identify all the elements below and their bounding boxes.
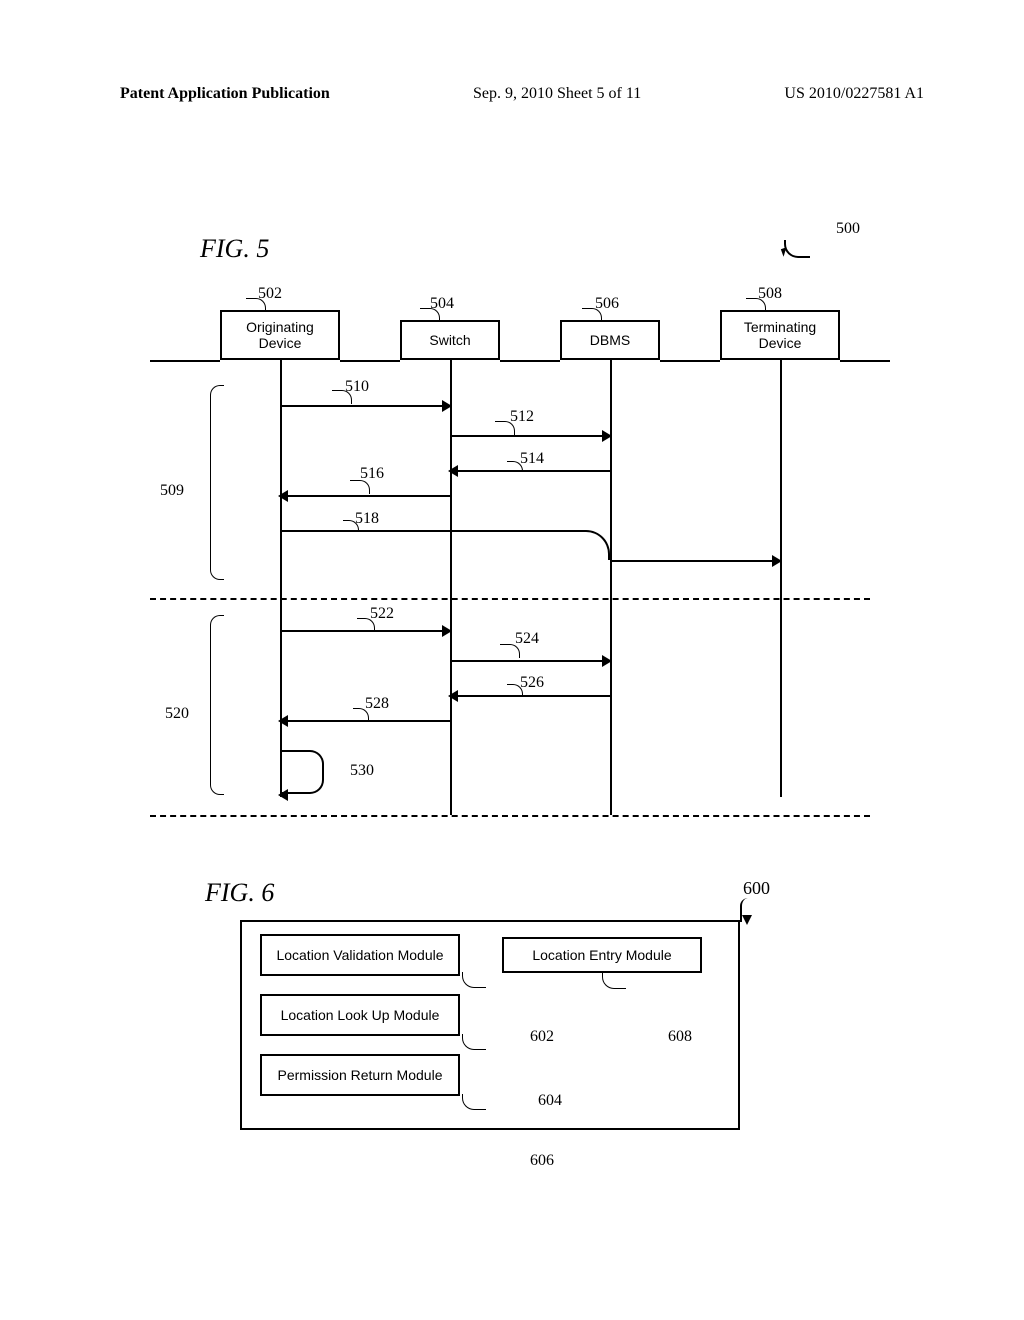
ref-500: 500 bbox=[836, 220, 860, 238]
module-location-lookup: Location Look Up Module bbox=[260, 994, 460, 1036]
axis-line bbox=[150, 360, 220, 362]
message-530-arrow-icon bbox=[278, 789, 288, 801]
message-518-curve bbox=[450, 530, 610, 560]
header-center: Sep. 9, 2010 Sheet 5 of 11 bbox=[473, 85, 641, 103]
message-518-part2 bbox=[610, 560, 780, 562]
page-header: Patent Application Publication Sep. 9, 2… bbox=[0, 85, 1024, 103]
separator-1 bbox=[150, 598, 870, 600]
ref-509: 509 bbox=[160, 482, 184, 500]
leader-512 bbox=[495, 421, 515, 435]
ref-602: 602 bbox=[530, 1028, 554, 1046]
message-512 bbox=[450, 435, 610, 437]
lane-switch: Switch bbox=[400, 320, 500, 360]
lane-dbms: DBMS bbox=[560, 320, 660, 360]
figure-5-title: FIG. 5 bbox=[200, 234, 269, 264]
figure-6-title: FIG. 6 bbox=[205, 878, 274, 908]
ref-604: 604 bbox=[538, 1092, 562, 1110]
lifeline-switch bbox=[450, 360, 452, 815]
axis-line bbox=[500, 360, 560, 362]
module-permission-return: Permission Return Module bbox=[260, 1054, 460, 1096]
message-514 bbox=[450, 470, 610, 472]
ref-608: 608 bbox=[668, 1028, 692, 1046]
ref-606: 606 bbox=[530, 1152, 554, 1170]
leader-510 bbox=[332, 390, 352, 404]
figure-6: FIG. 6 600 Location Validation Module Lo… bbox=[200, 870, 800, 1150]
ref-600-arrow-icon bbox=[742, 915, 752, 925]
ref-500-leader bbox=[784, 240, 810, 258]
leader-524 bbox=[500, 644, 520, 658]
bracket-520 bbox=[210, 615, 224, 795]
axis-line bbox=[340, 360, 400, 362]
message-518-part1 bbox=[280, 530, 450, 532]
module-location-entry: Location Entry Module bbox=[502, 937, 702, 973]
bracket-509 bbox=[210, 385, 224, 580]
ref-520: 520 bbox=[165, 705, 189, 723]
ref-526: 526 bbox=[520, 674, 544, 692]
ref-524: 524 bbox=[515, 630, 539, 648]
header-left: Patent Application Publication bbox=[120, 85, 330, 103]
module-location-validation: Location Validation Module bbox=[260, 934, 460, 976]
leader-508 bbox=[746, 298, 766, 312]
message-524 bbox=[450, 660, 610, 662]
axis-line bbox=[840, 360, 890, 362]
message-530-self bbox=[280, 750, 324, 794]
ref-528: 528 bbox=[365, 695, 389, 713]
message-510 bbox=[280, 405, 450, 407]
ref-530: 530 bbox=[350, 762, 374, 780]
lifeline-dbms bbox=[610, 360, 612, 815]
lane-originating-device: Originating Device bbox=[220, 310, 340, 360]
leader-506 bbox=[582, 308, 602, 322]
lane-terminating-device: Terminating Device bbox=[720, 310, 840, 360]
message-516 bbox=[280, 495, 450, 497]
ref-512: 512 bbox=[510, 408, 534, 426]
ref-514: 514 bbox=[520, 450, 544, 468]
header-right: US 2010/0227581 A1 bbox=[784, 85, 924, 103]
message-526 bbox=[450, 695, 610, 697]
leader-502 bbox=[246, 298, 266, 312]
ref-522: 522 bbox=[370, 605, 394, 623]
lifeline-originating bbox=[280, 360, 282, 797]
leader-504 bbox=[420, 308, 440, 322]
fig6-outer-box: Location Validation Module Location Entr… bbox=[240, 920, 740, 1130]
separator-2 bbox=[150, 815, 870, 817]
axis-line bbox=[660, 360, 720, 362]
leader-516 bbox=[350, 480, 370, 494]
ref-518: 518 bbox=[355, 510, 379, 528]
ref-600: 600 bbox=[743, 878, 770, 899]
figure-5: FIG. 5 500 Originating Device Switch DBM… bbox=[150, 210, 870, 810]
lifeline-terminating bbox=[780, 360, 782, 797]
